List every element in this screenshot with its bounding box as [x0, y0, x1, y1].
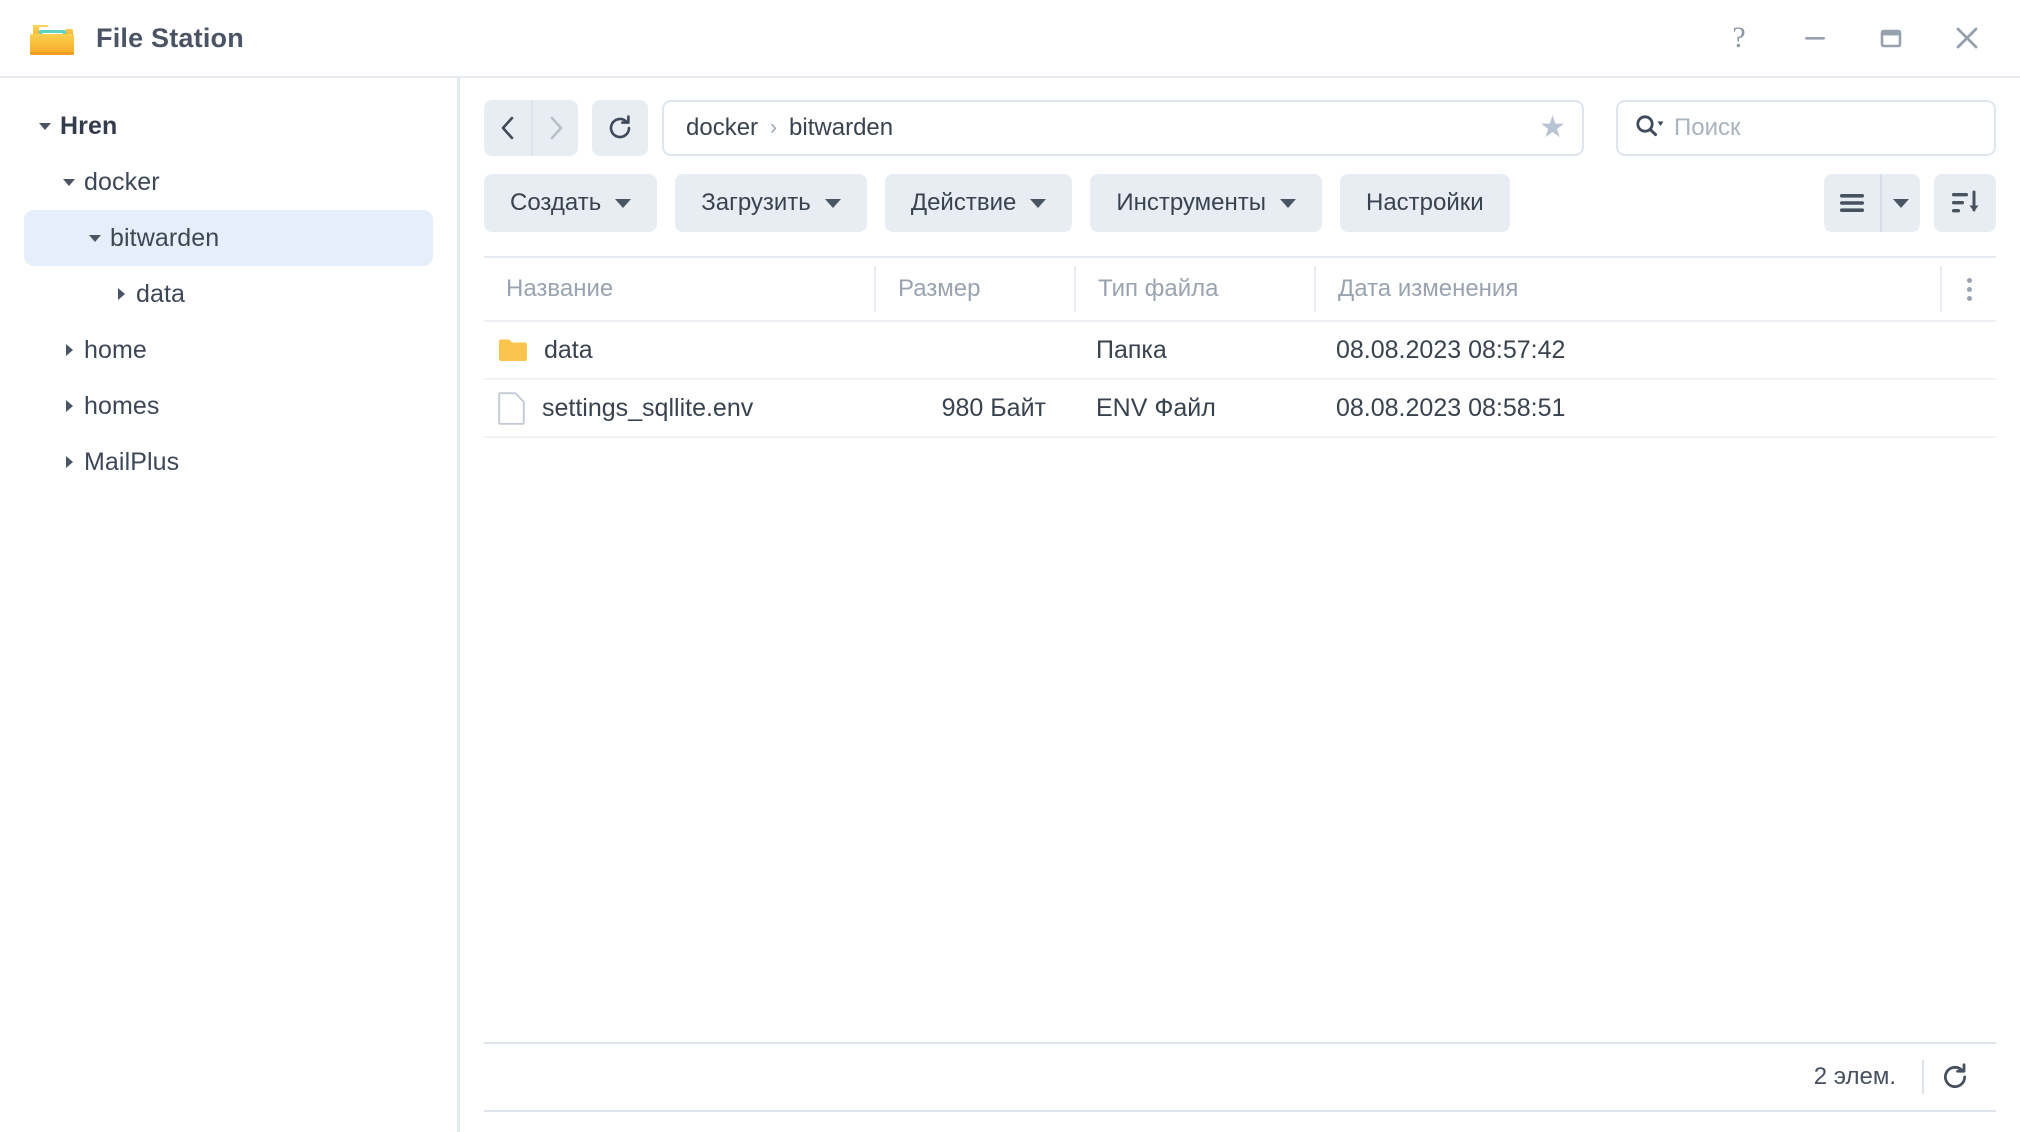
favorite-star-icon[interactable]: ★: [1529, 113, 1566, 143]
sort-descending-icon[interactable]: [1934, 174, 1996, 232]
upload-button-label: Загрузить: [701, 189, 811, 216]
file-station-window: File Station ? Hren docker bitwarden dat…: [0, 0, 2020, 1132]
main-panel: docker › bitwarden ★ Поиск Создать Загру…: [460, 78, 2020, 1132]
close-button[interactable]: [1944, 15, 1990, 61]
sidebar-item-label: MailPlus: [84, 447, 180, 476]
more-vertical-icon[interactable]: [1940, 266, 1996, 312]
back-button[interactable]: [484, 100, 531, 156]
folder-open-icon: [30, 18, 74, 58]
chevron-right-icon[interactable]: [54, 398, 84, 414]
file-list-table: Название Размер Тип файла Дата изменения: [484, 256, 1996, 1042]
window-controls: ?: [1716, 15, 1998, 61]
maximize-button[interactable]: [1868, 15, 1914, 61]
chevron-down-icon[interactable]: [80, 232, 110, 244]
row-name-cell: settings_sqllite.env: [484, 391, 874, 425]
row-name-text: settings_sqllite.env: [542, 393, 754, 422]
view-mode-group: [1824, 174, 1920, 232]
settings-button-label: Настройки: [1365, 189, 1484, 216]
sidebar-item-data[interactable]: data: [24, 266, 433, 322]
search-box[interactable]: Поиск: [1616, 100, 1996, 156]
path-breadcrumb-bar[interactable]: docker › bitwarden ★: [662, 100, 1584, 156]
chevron-right-icon[interactable]: [54, 342, 84, 358]
settings-button[interactable]: Настройки: [1339, 174, 1510, 232]
chevron-down-icon: [1030, 198, 1047, 208]
chevron-down-icon: [1279, 198, 1296, 208]
folder-tree-sidebar: Hren docker bitwarden data home homes Ma…: [0, 78, 460, 1132]
action-toolbar: Создать Загрузить Действие Инструменты Н…: [460, 156, 2020, 232]
column-options-dots: [1966, 277, 1972, 301]
chevron-down-icon: [824, 198, 841, 208]
sidebar-item-bitwarden[interactable]: bitwarden: [24, 210, 433, 266]
view-controls: [1824, 174, 1996, 232]
sidebar-item-homes[interactable]: homes: [24, 378, 433, 434]
sidebar-item-docker[interactable]: docker: [24, 154, 433, 210]
column-header-size[interactable]: Размер: [874, 266, 1074, 312]
breadcrumb-item-docker[interactable]: docker: [686, 114, 758, 142]
tools-button-label: Инструменты: [1116, 189, 1266, 216]
chevron-down-icon: [615, 198, 632, 208]
table-body: data Папка 08.08.2023 08:57:42 settings_…: [484, 322, 1996, 1042]
sidebar-item-mailplus[interactable]: MailPlus: [24, 434, 433, 490]
chevron-right-icon[interactable]: [106, 286, 136, 302]
tools-button[interactable]: Инструменты: [1090, 174, 1322, 232]
action-button-label: Действие: [910, 189, 1017, 216]
breadcrumb: docker › bitwarden: [686, 114, 893, 142]
search-icon[interactable]: [1634, 112, 1664, 145]
row-date-cell: 08.08.2023 08:58:51: [1336, 393, 1566, 422]
help-button[interactable]: ?: [1716, 15, 1762, 61]
table-row[interactable]: settings_sqllite.env 980 Байт ENV Файл 0…: [484, 380, 1996, 438]
forward-button[interactable]: [531, 100, 578, 156]
chevron-down-icon[interactable]: [54, 176, 84, 188]
view-mode-chevron-down-icon[interactable]: [1880, 174, 1920, 232]
chevron-down-icon[interactable]: [30, 120, 60, 132]
create-button[interactable]: Создать: [484, 174, 658, 232]
window-titlebar: File Station ?: [0, 0, 2020, 78]
sidebar-item-label: bitwarden: [110, 223, 220, 252]
breadcrumb-separator-icon: ›: [770, 116, 778, 139]
row-type-cell: ENV Файл: [1096, 393, 1216, 422]
chevron-right-icon[interactable]: [54, 454, 84, 470]
titlebar-left: File Station: [30, 18, 244, 58]
list-view-icon[interactable]: [1824, 174, 1880, 232]
row-name-cell: data: [484, 336, 874, 365]
window-title: File Station: [96, 22, 244, 53]
row-size-cell: 980 Байт: [941, 393, 1046, 422]
sidebar-item-label: homes: [84, 391, 160, 420]
sidebar-item-label: Hren: [60, 111, 118, 140]
upload-button[interactable]: Загрузить: [675, 174, 867, 232]
search-input[interactable]: Поиск: [1674, 114, 1741, 142]
minimize-button[interactable]: [1792, 15, 1838, 61]
row-date-cell: 08.08.2023 08:57:42: [1336, 335, 1566, 364]
window-body: Hren docker bitwarden data home homes Ma…: [0, 78, 2020, 1132]
refresh-button[interactable]: [592, 100, 648, 156]
column-header-date[interactable]: Дата изменения: [1314, 266, 1940, 312]
table-header-row: Название Размер Тип файла Дата изменения: [484, 258, 1996, 322]
breadcrumb-item-bitwarden[interactable]: bitwarden: [789, 114, 893, 142]
bottom-padding: [460, 1112, 2020, 1132]
create-button-label: Создать: [510, 189, 602, 216]
sidebar-item-label: home: [84, 335, 147, 364]
action-button[interactable]: Действие: [884, 174, 1073, 232]
folder-icon: [498, 337, 528, 363]
item-count-label: 2 элем.: [1813, 1063, 1896, 1090]
sidebar-item-hren[interactable]: Hren: [24, 98, 433, 154]
row-name-text: data: [544, 335, 593, 364]
table-row[interactable]: data Папка 08.08.2023 08:57:42: [484, 322, 1996, 380]
sidebar-item-label: data: [136, 279, 186, 308]
column-header-type[interactable]: Тип файла: [1074, 266, 1314, 312]
file-icon: [498, 391, 526, 425]
chevron-down-icon: [1893, 198, 1909, 208]
navigation-row: docker › bitwarden ★ Поиск: [460, 78, 2020, 156]
status-bar: 2 элем.: [484, 1042, 1996, 1112]
column-header-name[interactable]: Название: [484, 266, 874, 312]
nav-history-group: [484, 100, 578, 156]
refresh-icon[interactable]: [1924, 1046, 1986, 1108]
row-type-cell: Папка: [1096, 335, 1167, 364]
sidebar-item-home[interactable]: home: [24, 322, 433, 378]
sidebar-item-label: docker: [84, 167, 160, 196]
